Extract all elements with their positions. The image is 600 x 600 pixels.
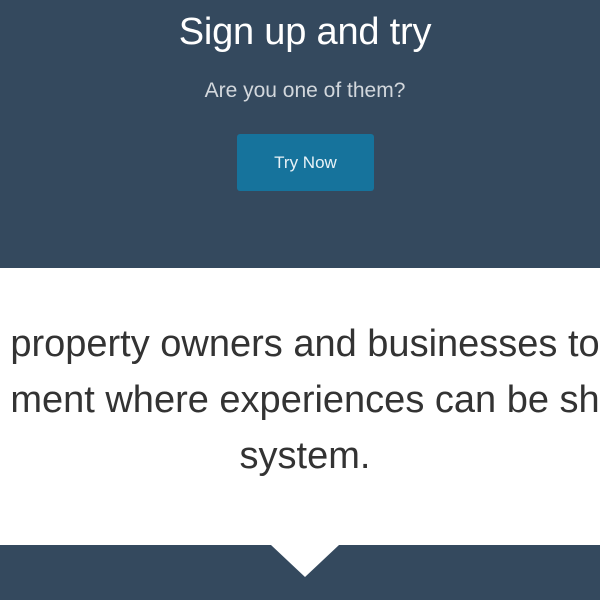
try-now-button[interactable]: Try Now (237, 134, 374, 191)
mission-statement: property owners and businesses to ment w… (0, 316, 600, 484)
mission-line-1: property owners and businesses to (10, 323, 600, 365)
signup-hero-section: Sign up and try Are you one of them? Try… (0, 0, 600, 268)
hero-title: Sign up and try (178, 11, 432, 53)
mission-line-3: system. (239, 435, 371, 477)
signup-page: Sign up and try Are you one of them? Try… (0, 0, 600, 600)
hero-subtitle: Are you one of them? (204, 79, 406, 102)
section-pointer-notch (271, 545, 339, 577)
mission-line-2: ment where experiences can be sh (10, 379, 600, 421)
